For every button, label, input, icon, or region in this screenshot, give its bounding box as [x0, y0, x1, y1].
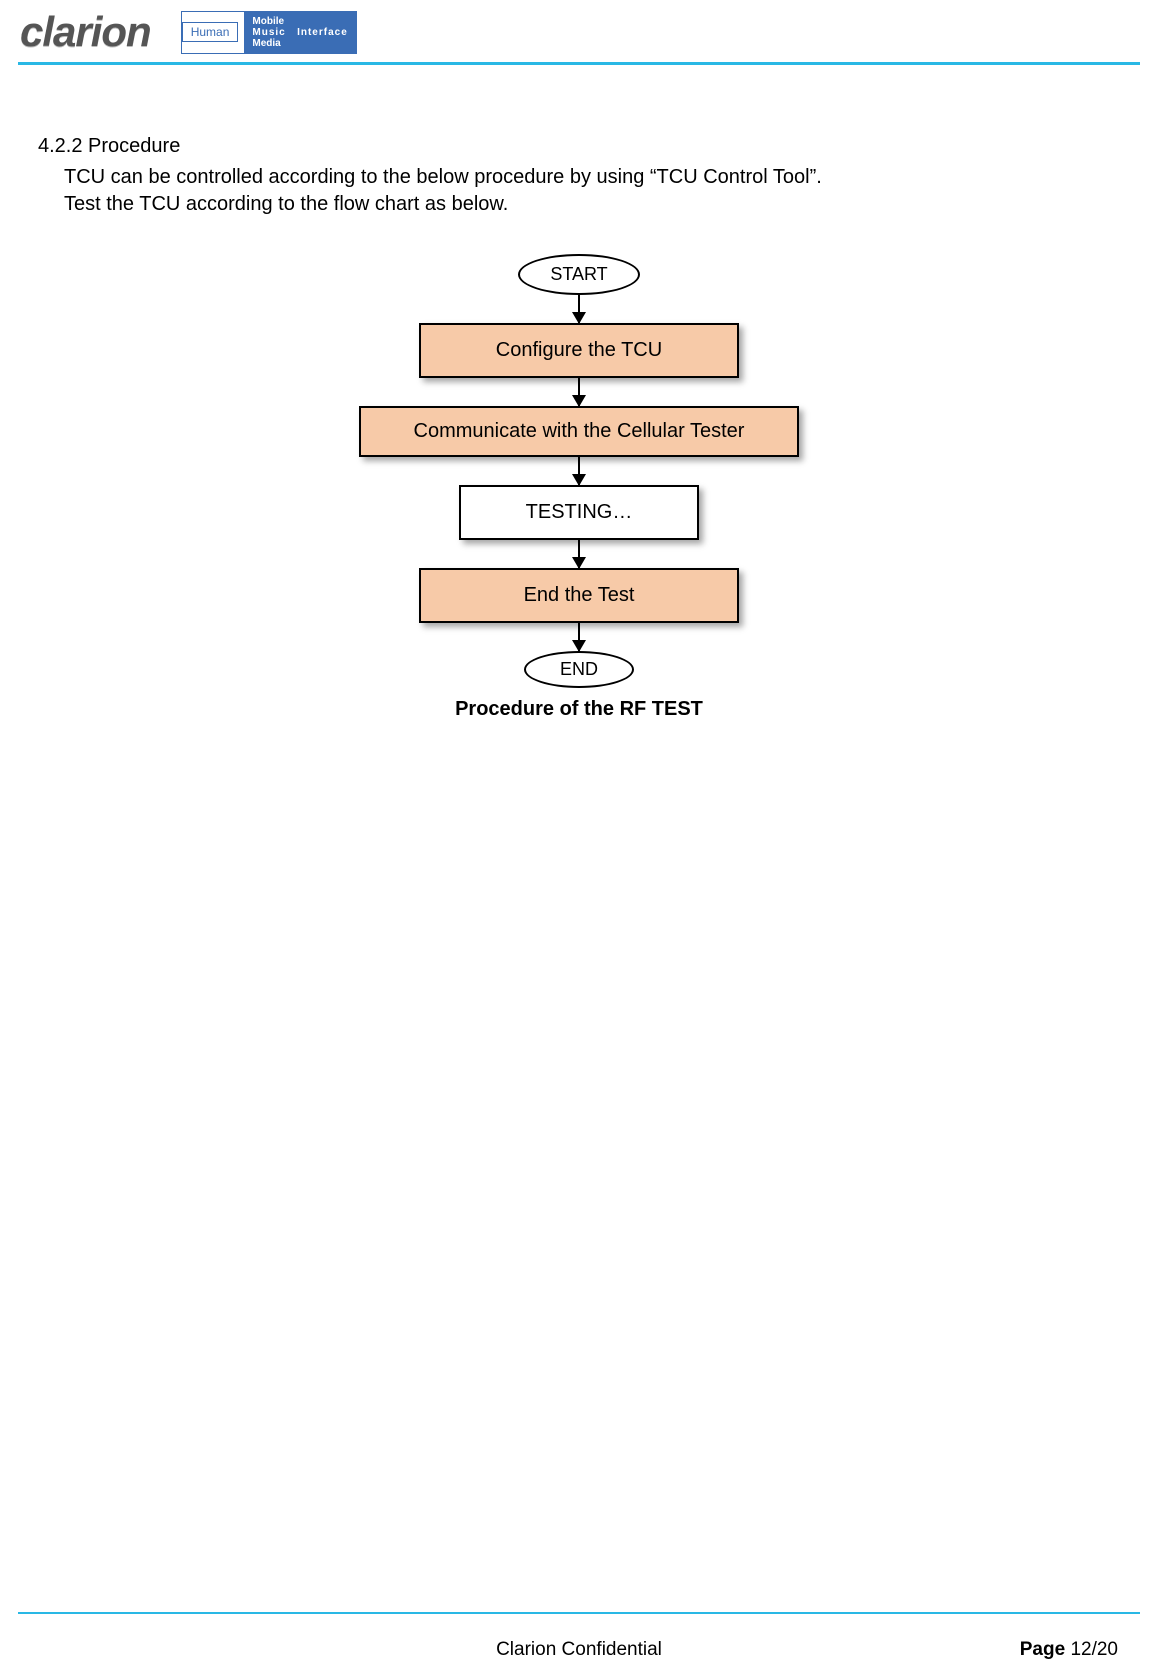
page-label: Page	[1020, 1639, 1071, 1660]
content-area: 4.2.2 Procedure TCU can be controlled ac…	[0, 65, 1158, 721]
footer-confidential: Clarion Confidential	[496, 1639, 662, 1661]
section-line1: TCU can be controlled according to the b…	[64, 164, 1120, 191]
flow-start: START	[518, 254, 639, 295]
mmm-line3: Media	[252, 38, 280, 49]
clarion-logo: clarion	[20, 8, 151, 56]
flow-step-configure: Configure the TCU	[419, 323, 739, 378]
human-label: Human	[182, 22, 239, 42]
page-header: clarion Human Mobile Music Interface Med…	[0, 0, 1158, 62]
arrow-icon	[578, 540, 580, 568]
mmm-line1: Mobile	[252, 16, 284, 27]
arrow-icon	[578, 623, 580, 651]
flow-step-end-test: End the Test	[419, 568, 739, 623]
flow-end: END	[524, 651, 634, 688]
section-heading: 4.2.2 Procedure	[38, 135, 1120, 158]
mmm-box: Mobile Music Interface Media	[244, 12, 355, 53]
arrow-icon	[578, 378, 580, 406]
flowchart: START Configure the TCU Communicate with…	[38, 254, 1120, 721]
page-number: 12/20	[1070, 1639, 1118, 1660]
mmm-line2: Music	[252, 27, 285, 38]
footer-rule	[18, 1612, 1140, 1614]
flow-caption: Procedure of the RF TEST	[455, 698, 703, 721]
arrow-icon	[578, 295, 580, 323]
mmm-suffix: Interface	[297, 27, 348, 38]
human-interface-badge: Human Mobile Music Interface Media	[181, 11, 357, 54]
section-line2: Test the TCU according to the flow chart…	[64, 191, 1120, 218]
flow-step-testing: TESTING…	[459, 485, 699, 540]
flow-step-communicate: Communicate with the Cellular Tester	[359, 406, 799, 457]
footer-page: Page 12/20	[1020, 1639, 1118, 1661]
section-body: TCU can be controlled according to the b…	[38, 164, 1120, 218]
arrow-icon	[578, 457, 580, 485]
